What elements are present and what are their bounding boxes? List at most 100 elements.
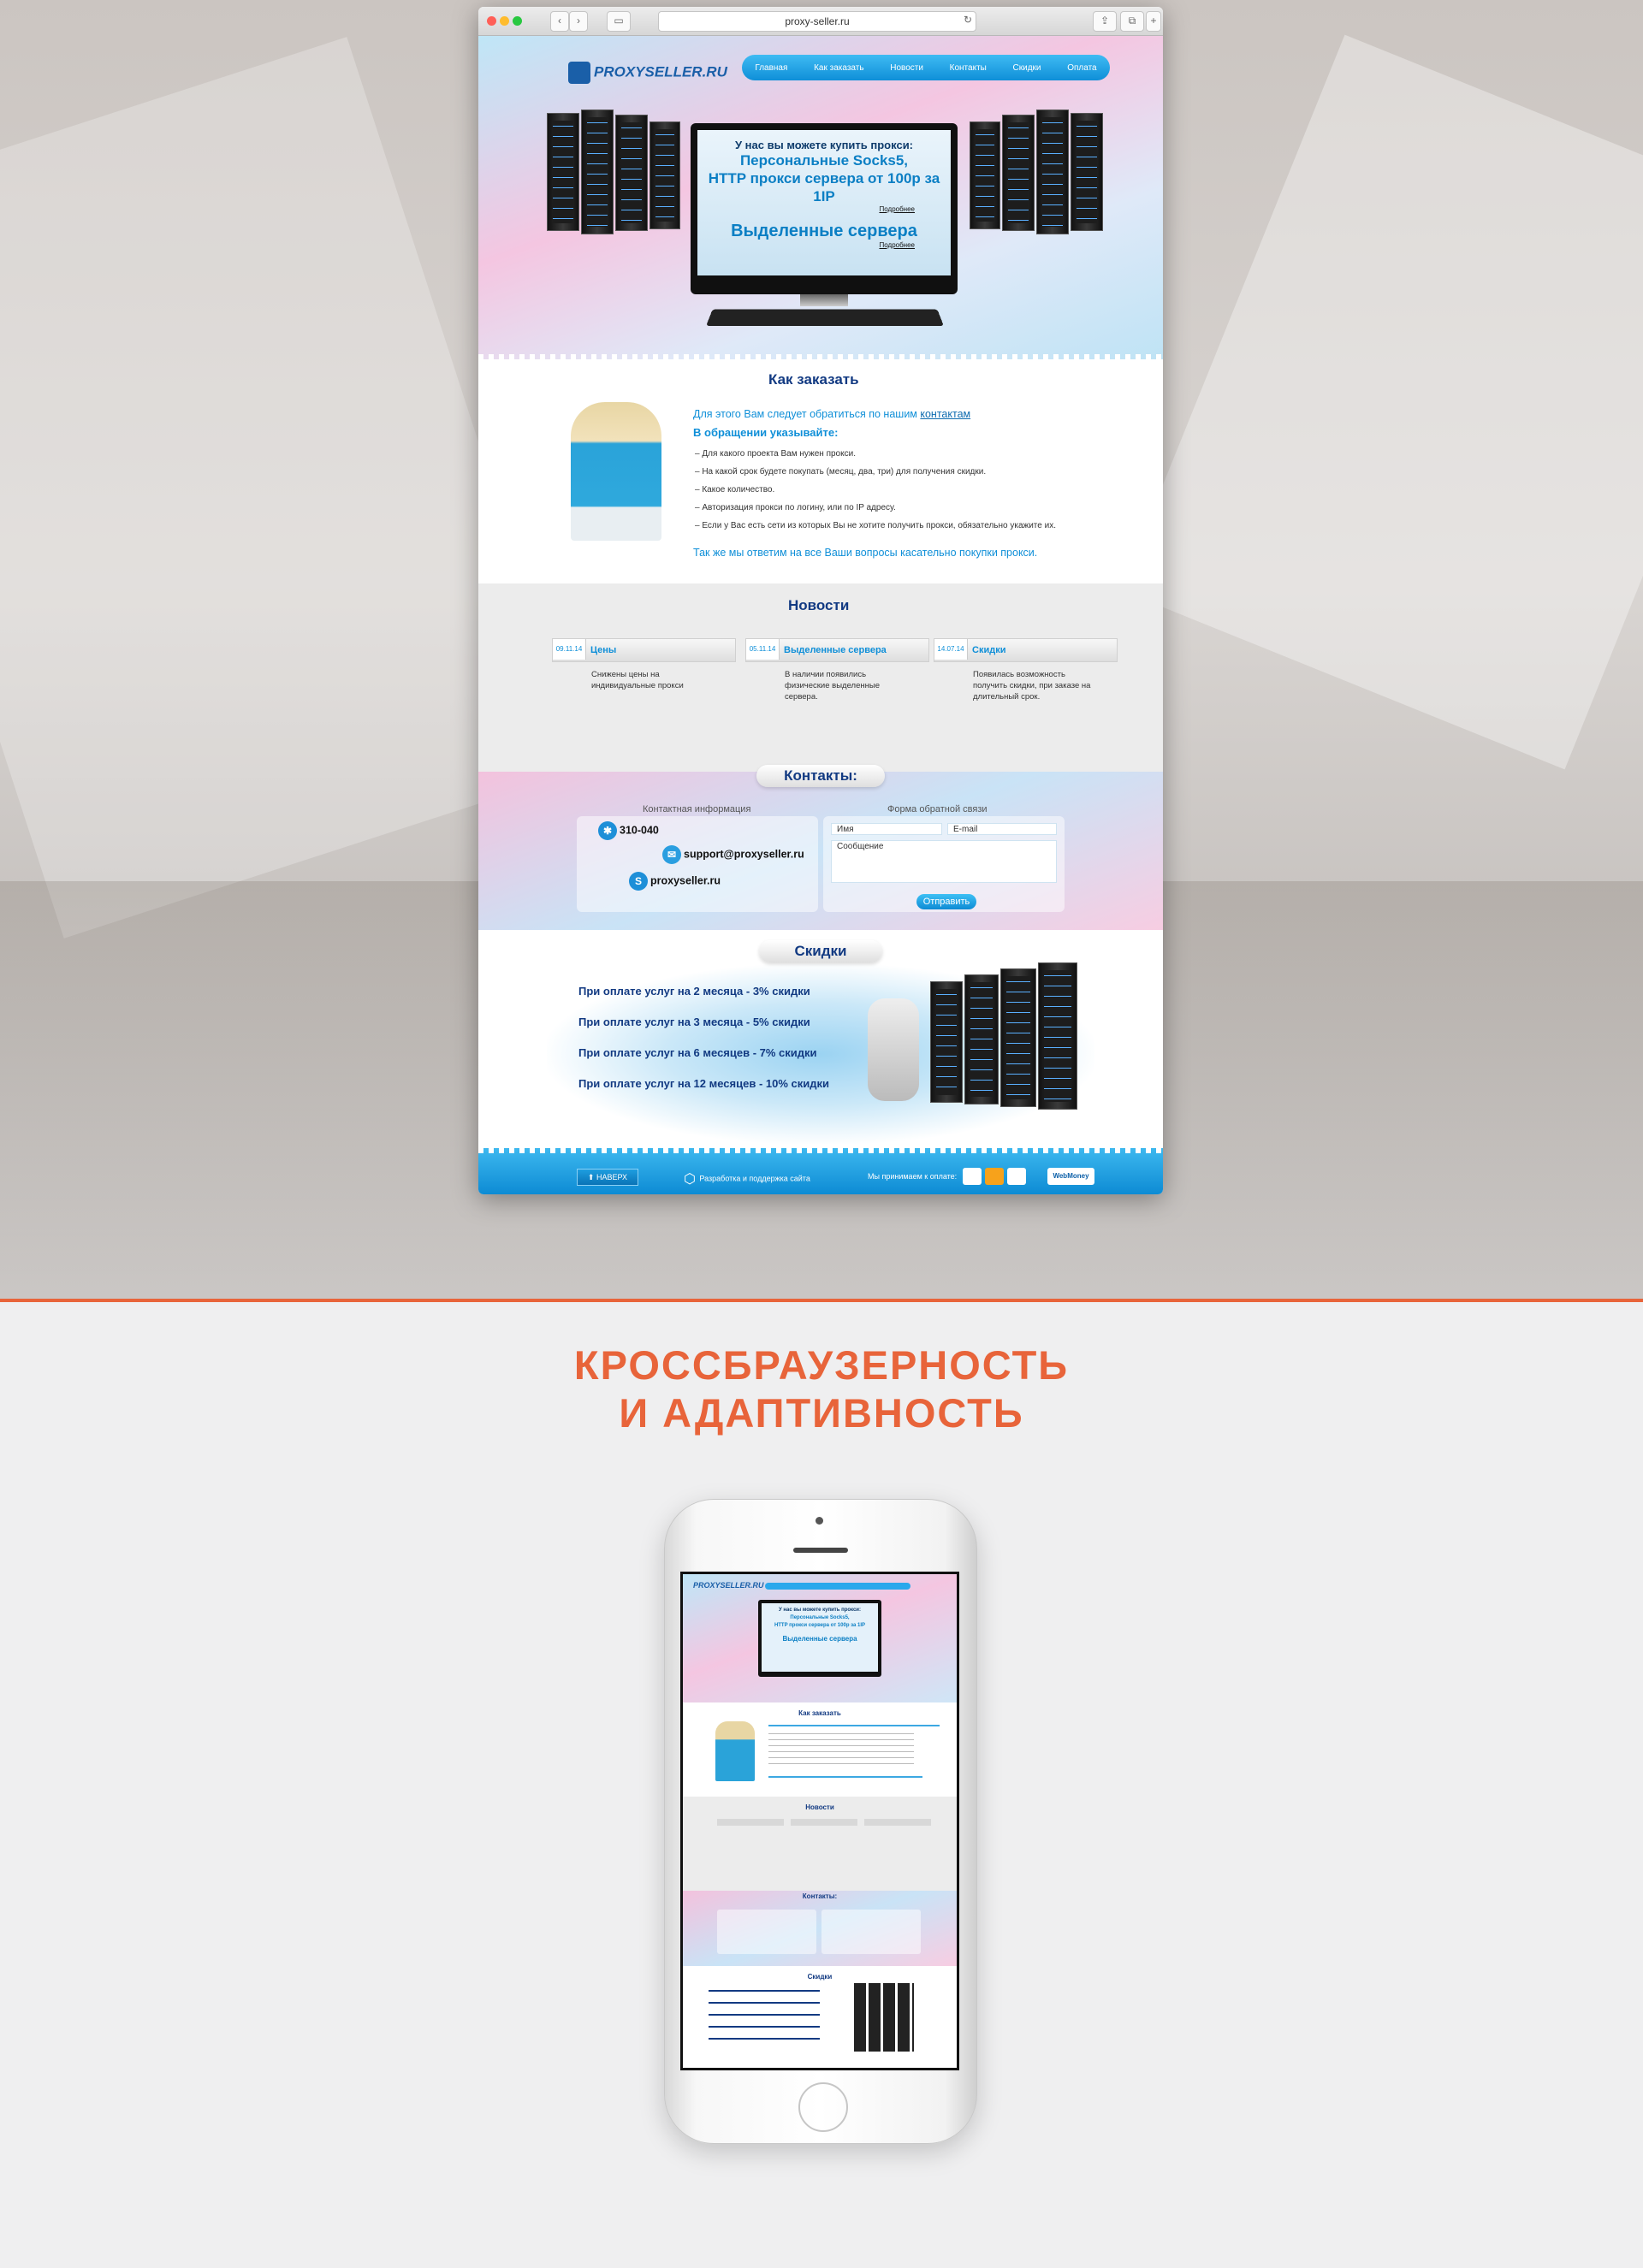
nav-item-payment[interactable]: Оплата bbox=[1067, 63, 1096, 73]
server-rack-image bbox=[581, 110, 614, 234]
browser-toolbar: ‹ › ▭ proxy-seller.ru ↻ ⇪ ⧉ + bbox=[478, 7, 1163, 36]
section-title: Как заказать bbox=[768, 371, 859, 388]
icq-contact[interactable]: ✱ 310-040 bbox=[598, 821, 659, 840]
message-field[interactable]: Сообщение bbox=[831, 840, 1057, 883]
news-date: 05.11.14 bbox=[746, 639, 780, 660]
robot-image bbox=[868, 998, 919, 1101]
news-title[interactable]: Выделенные сервера bbox=[784, 639, 887, 661]
news-item[interactable]: 09.11.14 Цены Снижены цены на индивидуаль… bbox=[552, 638, 736, 691]
site-logo[interactable]: PROXYSELLER.RU bbox=[568, 62, 727, 84]
nav-item-contacts[interactable]: Контакты bbox=[950, 63, 987, 73]
mobile-monitor: У нас вы можете купить прокси: Персональ… bbox=[758, 1600, 881, 1677]
mobile-server-racks bbox=[854, 1983, 914, 2052]
home-button[interactable] bbox=[798, 2082, 848, 2132]
section-title: Новости bbox=[788, 597, 850, 613]
mobile-order-section: Как заказать bbox=[683, 1702, 957, 1797]
browser-window: ‹ › ▭ proxy-seller.ru ↻ ⇪ ⧉ + PROXYSELLE… bbox=[478, 7, 1163, 1194]
mobile-news-item bbox=[791, 1819, 857, 1826]
webmoney-icon: WebMoney bbox=[1047, 1168, 1094, 1185]
arrow-up-icon: ⬆ bbox=[587, 1173, 596, 1181]
woman-photo bbox=[571, 402, 661, 541]
order-lead-text: Для этого Вам следует обратиться по наши… bbox=[693, 408, 921, 420]
nav-item-home[interactable]: Главная bbox=[755, 63, 787, 73]
close-window-button[interactable] bbox=[487, 16, 496, 26]
new-tab-icon[interactable]: + bbox=[1146, 11, 1161, 32]
server-rack-image bbox=[1036, 110, 1069, 234]
list-item: – На какой срок будете покупать (месяц, … bbox=[695, 467, 987, 477]
news-section: Новости 09.11.14 Цены Снижены цены на инд… bbox=[478, 583, 1163, 772]
news-title[interactable]: Цены bbox=[590, 639, 616, 661]
mobile-hero-line-4: Выделенные сервера bbox=[782, 1635, 857, 1643]
nav-item-discounts[interactable]: Скидки bbox=[1013, 63, 1041, 73]
mobile-hero-line-2: Персональные Socks5, bbox=[790, 1615, 850, 1620]
share-icon[interactable]: ⇪ bbox=[1093, 11, 1117, 32]
mobile-form-box bbox=[822, 1910, 921, 1954]
phone-mockup: PROXYSELLER.RU У нас вы можете купить пр… bbox=[664, 1499, 977, 2144]
skype-login: proxyseller.ru bbox=[650, 874, 721, 887]
server-rack-image bbox=[1038, 962, 1077, 1110]
minimize-window-button[interactable] bbox=[500, 16, 509, 26]
nav-item-how-to-order[interactable]: Как заказать bbox=[814, 63, 863, 73]
skype-contact[interactable]: Sproxyseller.ru bbox=[629, 872, 721, 891]
mobile-contacts-section: Контакты: bbox=[683, 1891, 957, 1966]
section-title: Контакты: bbox=[756, 765, 885, 787]
how-to-order-section: Как заказать Для этого Вам следует обрат… bbox=[478, 359, 1163, 583]
icq-icon: ✱ bbox=[598, 821, 617, 840]
news-item[interactable]: 14.07.14 Скидки Появилась возможность пол… bbox=[934, 638, 1118, 702]
keyboard-image bbox=[706, 309, 944, 326]
mobile-news-item bbox=[717, 1819, 784, 1826]
mobile-text-block bbox=[768, 1733, 914, 1768]
hero-line-1: У нас вы можете купить прокси: bbox=[734, 139, 914, 151]
site-footer: ⬆ НАВЕРХ ⬡ Разработка и поддержка сайта … bbox=[478, 1148, 1163, 1194]
news-text: В наличии появились физические выделенны… bbox=[785, 670, 880, 702]
order-requirements-list: – Для какого проекта Вам нужен прокси. –… bbox=[695, 445, 1056, 535]
mobile-hero-line-3: HTTP прокси сервера от 100р за 1IP bbox=[774, 1623, 866, 1628]
hero-line-3: HTTP прокси сервера от 100р за 1IP bbox=[708, 170, 940, 204]
server-rack-image bbox=[1000, 968, 1036, 1107]
developer-logo-icon: ⬡ bbox=[684, 1172, 700, 1187]
discount-item: При оплате услуг на 12 месяцев - 10% ски… bbox=[578, 1077, 829, 1090]
mobile-news-section: Новости bbox=[683, 1797, 957, 1891]
hero-banner: У нас вы можете купить прокси: Персональ… bbox=[697, 130, 951, 275]
address-bar[interactable]: proxy-seller.ru bbox=[658, 11, 976, 32]
mobile-text-line bbox=[768, 1725, 940, 1726]
hero-line-4: Выделенные сервера bbox=[731, 222, 917, 240]
nav-item-news[interactable]: Новости bbox=[890, 63, 923, 73]
tabs-icon[interactable]: ⧉ bbox=[1120, 11, 1144, 32]
news-title[interactable]: Скидки bbox=[972, 639, 1005, 661]
contact-info-label: Контактная информация bbox=[643, 804, 751, 814]
mobile-hero-line-1: У нас вы можете купить прокси: bbox=[778, 1608, 861, 1613]
phone-camera bbox=[816, 1517, 823, 1525]
hero-section: PROXYSELLER.RU Главная Как заказать Ново… bbox=[478, 36, 1163, 359]
hero-more-link-servers[interactable]: Подробнее bbox=[697, 241, 951, 249]
server-rack-image bbox=[615, 115, 648, 231]
news-header: 05.11.14 Выделенные сервера bbox=[745, 638, 929, 662]
mobile-section-title: Скидки bbox=[807, 1973, 833, 1981]
back-to-top-button[interactable]: ⬆ НАВЕРХ bbox=[577, 1169, 638, 1186]
send-button[interactable]: Отправить bbox=[916, 894, 976, 909]
discount-item: При оплате услуг на 3 месяца - 5% скидки bbox=[578, 1016, 810, 1028]
list-item: – Для какого проекта Вам нужен прокси. bbox=[695, 449, 856, 459]
payment-icon-qiwi bbox=[963, 1168, 982, 1185]
sidebar-icon[interactable]: ▭ bbox=[607, 11, 631, 32]
mobile-section-title: Контакты: bbox=[802, 1892, 838, 1900]
icq-number: 310-040 bbox=[620, 824, 659, 837]
name-field[interactable]: Имя bbox=[831, 823, 942, 835]
server-rack-image bbox=[930, 981, 963, 1103]
chevron-left-icon[interactable]: ‹ bbox=[550, 11, 569, 32]
chevron-right-icon[interactable]: › bbox=[569, 11, 588, 32]
discount-item: При оплате услуг на 2 месяца - 3% скидки bbox=[578, 985, 810, 998]
skype-icon: S bbox=[629, 872, 648, 891]
contacts-link[interactable]: контактам bbox=[920, 408, 970, 420]
server-rack-image bbox=[547, 113, 579, 231]
server-rack-image bbox=[649, 121, 680, 229]
maximize-window-button[interactable] bbox=[513, 16, 522, 26]
news-item[interactable]: 05.11.14 Выделенные сервера В наличии поя… bbox=[745, 638, 929, 702]
developer-credit[interactable]: ⬡ Разработка и поддержка сайта bbox=[684, 1170, 810, 1187]
email-field[interactable]: E-mail bbox=[947, 823, 1057, 835]
order-footer-text: Так же мы ответим на все Ваши вопросы ка… bbox=[693, 547, 1038, 559]
background-notebook bbox=[1120, 34, 1643, 770]
hero-more-link-proxy[interactable]: Подробнее bbox=[697, 205, 951, 213]
email-contact[interactable]: ✉ support@proxyseller.ru bbox=[662, 845, 804, 864]
reload-icon[interactable]: ↻ bbox=[962, 11, 974, 30]
